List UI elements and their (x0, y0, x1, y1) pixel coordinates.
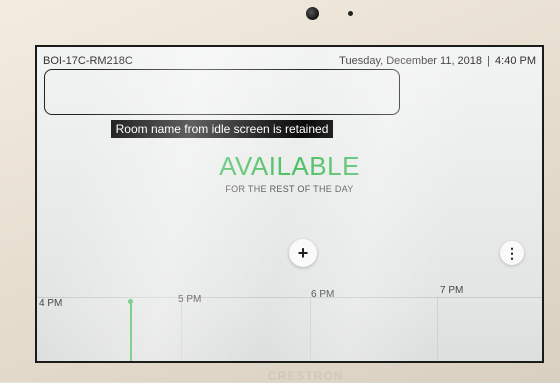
availability-status: AVAILABLE (219, 151, 360, 181)
plus-icon: + (297, 242, 309, 263)
schedule-timeline[interactable] (37, 297, 542, 361)
current-time-indicator (130, 302, 132, 361)
date-time-separator: | (487, 55, 490, 67)
timeline-tick (310, 298, 311, 361)
device-bezel: CRESTRON BOI-17C-RM218C Tuesday, Decembe… (0, 0, 560, 383)
touch-screen: BOI-17C-RM218C Tuesday, December 11, 201… (35, 45, 544, 363)
date-text: Tuesday, December 11, 2018 (339, 55, 483, 67)
timeline-tick (437, 298, 438, 361)
camera-icon (306, 7, 319, 20)
room-id: BOI-17C-RM218C (43, 55, 133, 67)
timeline-label-4pm: 4 PM (39, 298, 63, 309)
timeline-label-6pm: 6 PM (311, 289, 335, 300)
availability-substatus: FOR THE REST OF THE DAY (225, 184, 354, 194)
sensor-icon (348, 11, 353, 16)
annotation-callout: Room name from idle screen is retained (111, 120, 333, 138)
date-time: Tuesday, December 11, 2018 | 4:40 PM (339, 55, 536, 67)
timeline-label-5pm: 5 PM (178, 294, 202, 305)
time-text: 4:40 PM (495, 55, 536, 67)
timeline-tick (181, 298, 182, 361)
timeline-label-7pm: 7 PM (440, 285, 464, 296)
more-vertical-icon: ⋮ (505, 244, 519, 261)
more-options-button[interactable]: ⋮ (500, 241, 524, 265)
add-reservation-button[interactable]: + (289, 239, 317, 267)
room-name-highlight-box (44, 69, 400, 115)
brand-logo: CRESTRON (268, 369, 344, 383)
